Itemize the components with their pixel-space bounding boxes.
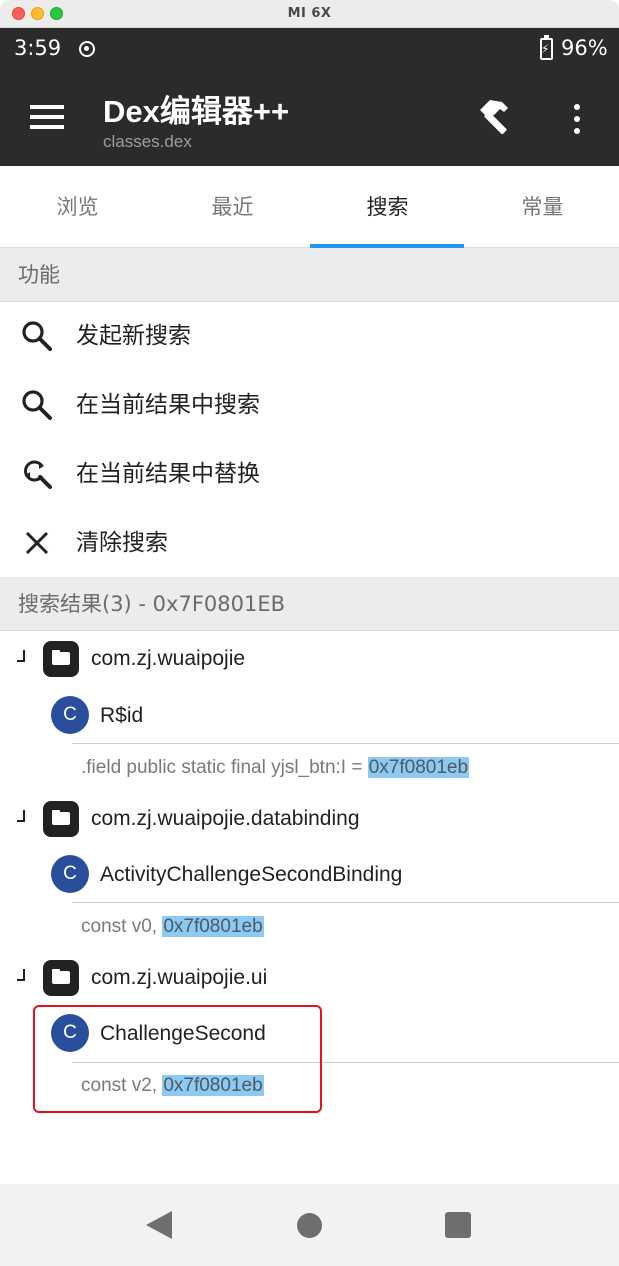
clear-search-item[interactable]: 清除搜索: [0, 509, 619, 578]
tree-expand-icon[interactable]: [17, 810, 25, 822]
match-line[interactable]: const v0, 0x7f0801eb: [81, 905, 264, 949]
search-in-results-item[interactable]: 在当前结果中搜索: [0, 371, 619, 440]
package-name: com.zj.wuaipojie.ui: [91, 966, 268, 989]
class-name: ActivityChallengeSecondBinding: [100, 863, 403, 886]
battery-percent: 96%: [561, 36, 608, 60]
menu-icon[interactable]: [30, 105, 66, 131]
back-icon[interactable]: [146, 1211, 172, 1239]
folder-icon: [43, 960, 79, 996]
functions-header: 功能: [0, 248, 619, 302]
match-highlight: 0x7f0801eb: [162, 916, 264, 937]
window-title: MI 6X: [287, 6, 332, 21]
tree-expand-icon[interactable]: [17, 650, 25, 662]
class-badge-icon: C: [51, 696, 89, 734]
record-indicator-icon: [79, 41, 95, 57]
clear-search-label: 清除搜索: [76, 530, 168, 556]
navigation-bar: [0, 1184, 619, 1266]
package-name: com.zj.wuaipojie.databinding: [91, 807, 360, 830]
status-time: 3:59: [14, 36, 62, 60]
home-icon[interactable]: [297, 1213, 322, 1238]
package-row[interactable]: com.zj.wuaipojie: [0, 630, 619, 688]
annotation-box: [33, 1005, 322, 1113]
new-search-item[interactable]: 发起新搜索: [0, 302, 619, 371]
match-highlight: 0x7f0801eb: [367, 757, 470, 778]
tab-constants[interactable]: 常量: [465, 166, 619, 248]
class-row[interactable]: C ActivityChallengeSecondBinding: [0, 847, 619, 903]
tab-bar: 浏览 最近 搜索 常量: [0, 166, 619, 248]
divider: [72, 743, 619, 744]
new-search-label: 发起新搜索: [76, 323, 191, 349]
class-name: R$id: [100, 704, 144, 727]
match-line[interactable]: .field public static final yjsl_btn:I = …: [81, 746, 470, 790]
replace-in-results-label: 在当前结果中替换: [76, 461, 260, 487]
folder-icon: [43, 641, 79, 677]
app-title: Dex编辑器++: [103, 94, 290, 129]
class-badge-icon: C: [51, 855, 89, 893]
find-replace-icon: [24, 460, 52, 489]
match-code: const v0,: [81, 916, 163, 937]
divider: [72, 902, 619, 903]
battery-charging-icon: [540, 35, 553, 60]
recent-apps-icon[interactable]: [445, 1212, 471, 1238]
results-header: 搜索结果(3) - 0x7F0801EB: [0, 577, 619, 631]
app-subtitle: classes.dex: [103, 132, 192, 151]
app-bar: Dex编辑器++ classes.dex: [0, 70, 619, 166]
close-icon: [25, 531, 49, 555]
tab-browse[interactable]: 浏览: [0, 166, 155, 248]
package-row[interactable]: com.zj.wuaipojie.databinding: [0, 790, 619, 848]
tab-search[interactable]: 搜索: [310, 166, 465, 248]
status-bar: 3:59 96%: [0, 28, 619, 70]
search-icon: [22, 390, 52, 420]
tab-recent[interactable]: 最近: [155, 166, 310, 248]
window-title-bar: MI 6X: [0, 0, 619, 28]
package-row[interactable]: com.zj.wuaipojie.ui: [0, 949, 619, 1007]
match-code: .field public static final yjsl_btn:I =: [81, 757, 368, 778]
hammer-icon[interactable]: [474, 96, 518, 140]
package-name: com.zj.wuaipojie: [91, 647, 246, 670]
folder-icon: [43, 801, 79, 837]
replace-in-results-item[interactable]: 在当前结果中替换: [0, 440, 619, 509]
more-options-icon[interactable]: [565, 102, 591, 136]
search-in-results-label: 在当前结果中搜索: [76, 392, 260, 418]
search-icon: [22, 321, 52, 351]
tree-expand-icon[interactable]: [17, 969, 25, 981]
class-row[interactable]: C R$id: [0, 688, 619, 744]
